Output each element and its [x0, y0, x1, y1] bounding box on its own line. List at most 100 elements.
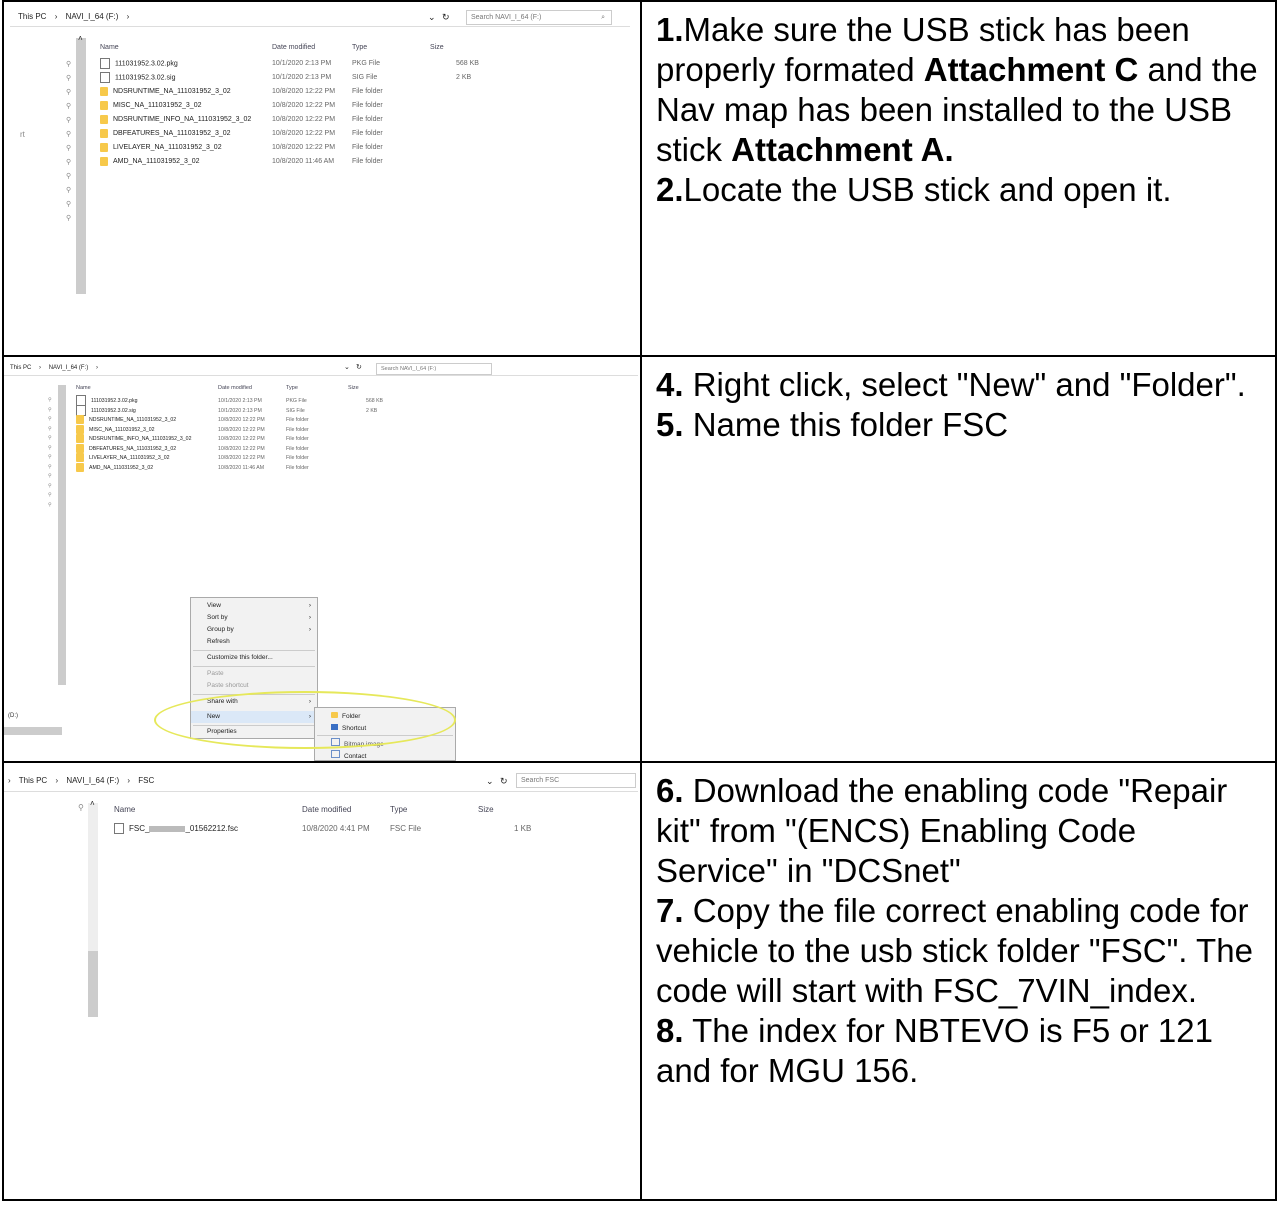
breadcrumb-item[interactable]: NAVI_I_64 (F:) — [66, 12, 119, 21]
file-name-suffix: _01562212.fsc — [185, 824, 238, 833]
column-date[interactable]: Date modified — [302, 805, 351, 814]
pin-icon[interactable]: ⚲ — [48, 445, 52, 451]
column-size[interactable]: Size — [348, 385, 359, 391]
file-type: File folder — [352, 88, 383, 95]
column-date[interactable]: Date modified — [272, 44, 315, 51]
file-row[interactable]: 111031952.3.02.pkg — [100, 58, 178, 70]
sidebar-scroll[interactable] — [5, 727, 62, 735]
file-row[interactable]: AMD_NA_111031952_3_02 — [100, 156, 200, 168]
menu-item-group-by[interactable]: Group by — [207, 626, 234, 633]
address-bar: This PC › NAVI_I_64 (F:) › ⌄ ↻ Search NA… — [10, 8, 630, 27]
pin-icon[interactable]: ⚲ — [66, 144, 71, 152]
pin-icon[interactable]: ⚲ — [66, 60, 71, 68]
file-row[interactable]: LIVELAYER_NA_111031952_3_02 — [100, 142, 222, 154]
attachment-ref: Attachment C — [923, 51, 1139, 88]
file-name: MISC_NA_111031952_3_02 — [113, 102, 202, 109]
pin-icon[interactable]: ⚲ — [66, 158, 71, 166]
pin-icon[interactable]: ⚲ — [66, 200, 71, 208]
column-type[interactable]: Type — [286, 385, 298, 391]
sidebar-drive[interactable]: (D:) — [8, 713, 18, 719]
menu-item-paste[interactable]: Paste — [207, 670, 224, 677]
breadcrumb-item[interactable]: FSC — [138, 776, 154, 785]
folder-icon — [76, 462, 84, 472]
chevron-down-icon[interactable]: ⌄ — [486, 771, 494, 791]
search-input[interactable]: Search NAVI_I_64 (F:) — [376, 363, 492, 375]
pin-icon[interactable]: ⚲ — [66, 172, 71, 180]
column-size[interactable]: Size — [430, 44, 444, 51]
file-row[interactable]: NDSRUNTIME_INFO_NA_111031952_3_02 — [100, 114, 251, 126]
file-date: 10/1/2020 2:13 PM — [272, 60, 332, 67]
breadcrumb[interactable]: This PC › NAVI_I_64 (F:) › — [18, 8, 135, 26]
pin-icon[interactable]: ⚲ — [48, 473, 52, 479]
pin-icon[interactable]: ⚲ — [48, 492, 52, 498]
pin-icon[interactable]: ⚲ — [78, 803, 84, 812]
pin-icon[interactable]: ⚲ — [66, 130, 71, 138]
breadcrumb-sep: › — [8, 776, 11, 785]
pin-icon[interactable]: ⚲ — [66, 186, 71, 194]
column-name[interactable]: Name — [100, 44, 119, 51]
breadcrumb-item[interactable]: This PC — [19, 776, 47, 785]
pin-icon[interactable]: ⚲ — [48, 435, 52, 441]
pin-icon[interactable]: ⚲ — [48, 407, 52, 413]
pin-icon[interactable]: ⚲ — [48, 454, 52, 460]
column-name[interactable]: Name — [76, 385, 91, 391]
pin-icon[interactable]: ⚲ — [48, 502, 52, 508]
breadcrumb-item[interactable]: NAVI_I_64 (F:) — [66, 776, 119, 785]
pin-icon[interactable]: ⚲ — [48, 397, 52, 403]
search-placeholder: Search NAVI_I_64 (F:) — [381, 366, 437, 372]
file-row-fsc[interactable]: FSC_ _01562212.fsc — [114, 823, 238, 835]
submenu-item-contact[interactable]: Contact — [331, 750, 366, 760]
column-type[interactable]: Type — [352, 44, 367, 51]
breadcrumb-item[interactable]: This PC — [10, 365, 31, 371]
file-date: 10/8/2020 12:22 PM — [272, 130, 336, 137]
file-row[interactable]: DBFEATURES_NA_111031952_3_02 — [100, 128, 231, 140]
menu-item-paste-shortcut[interactable]: Paste shortcut — [207, 682, 249, 689]
pin-icon[interactable]: ⚲ — [66, 116, 71, 124]
scrollbar[interactable] — [76, 38, 86, 294]
scroll-up-icon[interactable]: ˄ — [78, 34, 83, 43]
pin-icon[interactable]: ⚲ — [66, 74, 71, 82]
breadcrumb-item[interactable]: NAVI_I_64 (F:) — [49, 365, 89, 371]
pin-icon[interactable]: ⚲ — [48, 416, 52, 422]
breadcrumb[interactable]: This PC › NAVI_I_64 (F:) › — [10, 361, 104, 375]
file-date: 10/8/2020 11:46 AM — [218, 464, 265, 471]
pin-icon[interactable]: ⚲ — [48, 464, 52, 470]
pin-icon[interactable]: ⚲ — [66, 102, 71, 110]
menu-item-refresh[interactable]: Refresh — [207, 638, 230, 645]
step-number: 2. — [656, 171, 684, 208]
menu-item-sort-by[interactable]: Sort by — [207, 614, 228, 621]
search-input[interactable]: Search NAVI_I_64 (F:) ⌕ — [466, 10, 612, 25]
search-input[interactable]: Search FSC — [516, 773, 636, 788]
search-icon: ⌕ — [601, 14, 605, 21]
pin-icon[interactable]: ⚲ — [48, 426, 52, 432]
menu-item-view[interactable]: View — [207, 602, 221, 609]
breadcrumb-item[interactable]: This PC — [18, 12, 46, 21]
file-row[interactable]: AMD_NA_111031952_3_02 — [76, 462, 153, 474]
file-row[interactable]: MISC_NA_111031952_3_02 — [100, 100, 201, 112]
scroll-up-icon[interactable]: ˄ — [90, 799, 95, 808]
refresh-icon[interactable]: ↻ — [500, 771, 508, 791]
menu-item-customize[interactable]: Customize this folder... — [207, 654, 273, 661]
pin-icon[interactable]: ⚲ — [66, 214, 71, 222]
step-row-3: › This PC › NAVI_I_64 (F:) › FSC ⌄ ↻ Sea… — [2, 761, 1277, 1201]
scrollbar[interactable] — [58, 385, 66, 685]
pin-icon[interactable]: ⚲ — [66, 88, 71, 96]
file-row[interactable]: NDSRUNTIME_NA_111031952_3_02 — [100, 86, 231, 98]
column-type[interactable]: Type — [390, 805, 407, 814]
column-size[interactable]: Size — [478, 805, 494, 814]
file-name: NDSRUNTIME_NA_111031952_3_02 — [89, 417, 177, 423]
scrollbar[interactable] — [88, 951, 98, 1017]
address-bar: This PC › NAVI_I_64 (F:) › ⌄ ↻ Search NA… — [5, 361, 638, 376]
pin-icon[interactable]: ⚲ — [48, 483, 52, 489]
breadcrumb-sep: › — [54, 12, 58, 21]
chevron-down-icon[interactable]: ⌄ — [344, 361, 350, 375]
column-date[interactable]: Date modified — [218, 385, 252, 391]
column-name[interactable]: Name — [114, 805, 135, 814]
file-row[interactable]: 111031952.3.02.sig — [100, 72, 175, 84]
refresh-icon[interactable]: ↻ — [356, 361, 362, 375]
file-type: File folder — [352, 158, 383, 165]
folder-icon — [100, 142, 108, 152]
refresh-icon[interactable]: ↻ — [442, 8, 450, 26]
breadcrumb[interactable]: › This PC › NAVI_I_64 (F:) › FSC — [8, 771, 160, 791]
chevron-down-icon[interactable]: ⌄ — [428, 8, 436, 26]
